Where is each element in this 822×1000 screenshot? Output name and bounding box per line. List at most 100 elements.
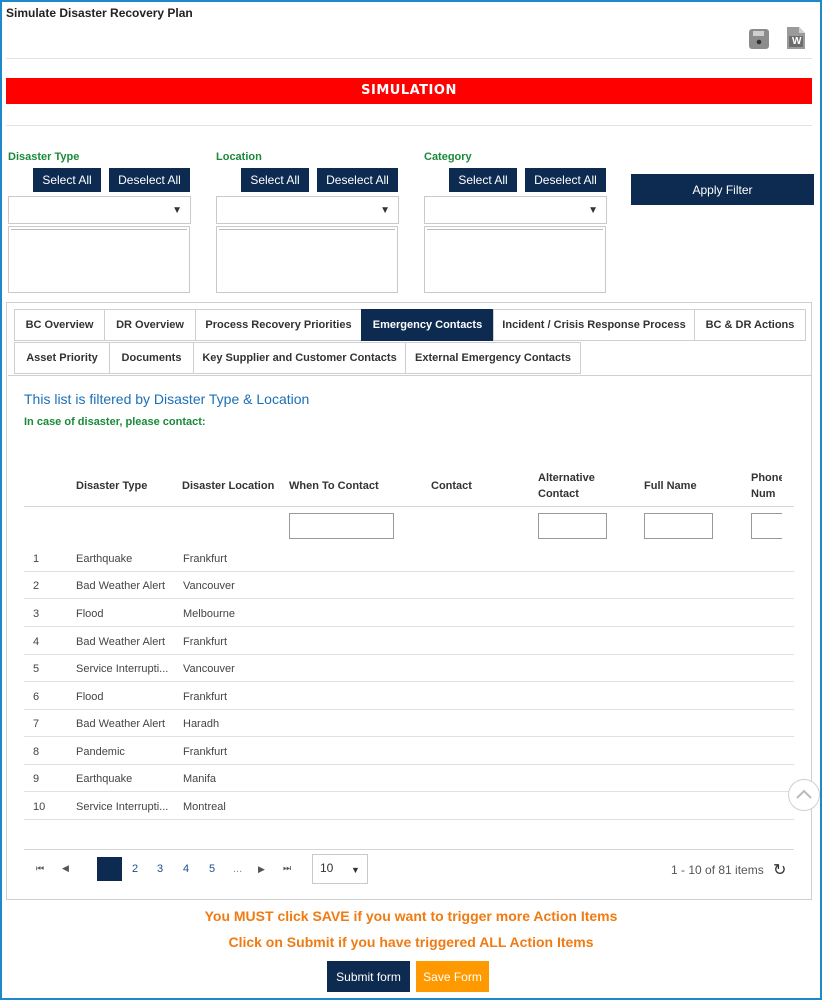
divider — [6, 125, 812, 126]
page-1-button[interactable]: 1 — [97, 857, 122, 881]
submit-form-button[interactable]: Submit form — [327, 961, 410, 992]
location-dropdown[interactable]: ▼ — [216, 196, 399, 224]
pager-divider — [24, 849, 794, 850]
column-header-phone-number[interactable]: Phone Num — [751, 470, 782, 502]
column-header-disaster-type[interactable]: Disaster Type — [76, 478, 147, 494]
row-number: 9 — [33, 773, 40, 785]
cell-disaster-type: Earthquake — [76, 553, 133, 565]
first-page-icon[interactable]: ⏮ — [36, 863, 44, 874]
caret-down-icon: ▼ — [380, 205, 390, 216]
table-row[interactable]: 7 Bad Weather Alert Haradh — [24, 710, 794, 737]
page-2-button[interactable]: 2 — [132, 863, 138, 875]
column-header-alternative-contact[interactable]: Alternative Contact — [538, 470, 595, 502]
category-dropdown[interactable]: ▼ — [424, 196, 607, 224]
caret-down-icon: ▼ — [172, 205, 182, 216]
table-row[interactable]: 2 Bad Weather Alert Vancouver — [24, 572, 794, 599]
alternative-contact-filter-input[interactable] — [538, 513, 607, 539]
divider — [6, 58, 812, 59]
cell-disaster-type: Bad Weather Alert — [76, 718, 166, 730]
location-deselect-all-button[interactable]: Deselect All — [317, 168, 398, 192]
page-3-button[interactable]: 3 — [157, 863, 163, 875]
category-deselect-all-button[interactable]: Deselect All — [525, 168, 606, 192]
scroll-to-top-button[interactable] — [788, 779, 820, 811]
tab-bc-overview[interactable]: BC Overview — [14, 309, 105, 341]
tab-asset-priority[interactable]: Asset Priority — [14, 342, 110, 374]
cell-disaster-location: Vancouver — [183, 663, 235, 675]
table-row[interactable]: 9 Earthquake Manifa — [24, 765, 794, 792]
header-line: Num — [751, 488, 776, 500]
pager-info: 1 - 10 of 81 items — [671, 863, 764, 877]
tab-key-supplier-customer-contacts[interactable]: Key Supplier and Customer Contacts — [193, 342, 406, 374]
cell-disaster-location: Haradh — [183, 718, 220, 730]
column-header-full-name[interactable]: Full Name — [644, 478, 697, 494]
cell-disaster-location: Frankfurt — [183, 691, 228, 703]
full-name-filter-input[interactable] — [644, 513, 713, 539]
row-number: 7 — [33, 718, 40, 730]
submit-instruction-note: Click on Submit if you have triggered AL… — [228, 934, 594, 950]
simulation-banner: SIMULATION — [6, 78, 812, 104]
word-export-icon[interactable]: W — [786, 26, 808, 50]
tab-dr-overview[interactable]: DR Overview — [104, 309, 196, 341]
cell-disaster-type: Bad Weather Alert — [76, 636, 166, 648]
table-row[interactable]: 8 Pandemic Frankfurt — [24, 738, 794, 765]
cell-disaster-location: Montreal — [183, 801, 226, 813]
chevron-up-icon — [796, 789, 812, 799]
row-number: 8 — [33, 746, 40, 758]
table-row[interactable]: 6 Flood Frankfurt — [24, 683, 794, 710]
caret-down-icon: ▼ — [351, 865, 360, 875]
list-subtitle: In case of disaster, please contact: — [24, 416, 206, 428]
table-row[interactable]: 10 Service Interrupti... Montreal — [24, 793, 794, 820]
cell-disaster-type: Earthquake — [76, 773, 133, 785]
column-header-contact[interactable]: Contact — [431, 478, 472, 494]
tab-emergency-contacts[interactable]: Emergency Contacts — [361, 309, 494, 341]
page-4-button[interactable]: 4 — [183, 863, 189, 875]
refresh-icon[interactable]: ↻ — [773, 860, 786, 880]
phone-filter-input[interactable] — [751, 513, 782, 539]
cell-disaster-type: Service Interrupti... — [76, 663, 169, 675]
row-number: 4 — [33, 636, 40, 648]
header-line: Contact — [538, 488, 579, 500]
tab-incident-crisis-response-process[interactable]: Incident / Crisis Response Process — [493, 309, 695, 341]
cell-disaster-type: Flood — [76, 608, 104, 620]
location-select-all-button[interactable]: Select All — [241, 168, 309, 192]
tab-process-recovery-priorities[interactable]: Process Recovery Priorities — [195, 309, 362, 341]
page-5-button[interactable]: 5 — [209, 863, 215, 875]
category-listbox[interactable] — [424, 226, 606, 293]
table-row[interactable]: 3 Flood Melbourne — [24, 600, 794, 627]
more-pages-button[interactable]: ... — [233, 863, 242, 875]
disaster-type-listbox[interactable] — [8, 226, 190, 293]
table-row[interactable]: 1 Earthquake Frankfurt — [24, 545, 794, 572]
page-size-dropdown[interactable]: 10 ▼ — [312, 854, 368, 884]
table-row[interactable]: 5 Service Interrupti... Vancouver — [24, 655, 794, 682]
row-number: 2 — [33, 580, 40, 592]
row-number: 10 — [33, 801, 46, 813]
tab-bc-dr-actions[interactable]: BC & DR Actions — [694, 309, 806, 341]
save-instruction-note: You MUST click SAVE if you want to trigg… — [204, 908, 618, 924]
when-to-contact-filter-input[interactable] — [289, 513, 394, 539]
apply-filter-button[interactable]: Apply Filter — [631, 174, 814, 205]
save-icon[interactable] — [748, 28, 770, 52]
save-form-button[interactable]: Save Form — [416, 961, 489, 992]
cell-disaster-type: Bad Weather Alert — [76, 580, 166, 592]
filter-label-disaster-type: Disaster Type — [8, 151, 80, 163]
cell-disaster-type: Pandemic — [76, 746, 125, 758]
cell-disaster-type: Flood — [76, 691, 104, 703]
next-page-icon[interactable]: ▶ — [258, 864, 265, 875]
tab-external-emergency-contacts[interactable]: External Emergency Contacts — [405, 342, 581, 374]
column-header-disaster-location[interactable]: Disaster Location — [182, 478, 274, 494]
disaster-type-select-all-button[interactable]: Select All — [33, 168, 101, 192]
tab-documents[interactable]: Documents — [109, 342, 194, 374]
cell-disaster-location: Frankfurt — [183, 636, 228, 648]
cell-disaster-location: Manifa — [183, 773, 217, 785]
location-listbox[interactable] — [216, 226, 398, 293]
category-select-all-button[interactable]: Select All — [449, 168, 517, 192]
column-header-when-to-contact[interactable]: When To Contact — [289, 478, 379, 494]
header-line: Phone — [751, 472, 782, 484]
prev-page-icon[interactable]: ◀ — [62, 863, 69, 874]
row-number: 1 — [33, 553, 40, 565]
disaster-type-deselect-all-button[interactable]: Deselect All — [109, 168, 190, 192]
disaster-type-dropdown[interactable]: ▼ — [8, 196, 191, 224]
header-divider — [24, 506, 794, 507]
table-row[interactable]: 4 Bad Weather Alert Frankfurt — [24, 628, 794, 655]
last-page-icon[interactable]: ⏭ — [283, 863, 291, 874]
